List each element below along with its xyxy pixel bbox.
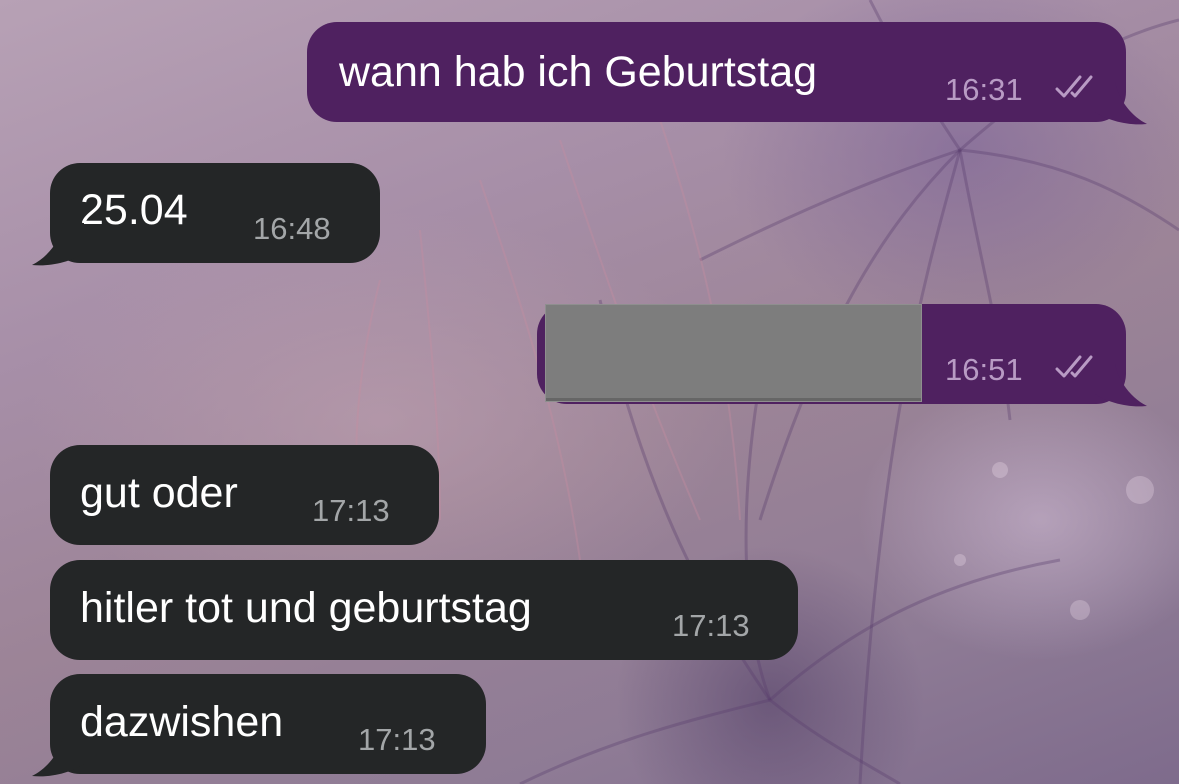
message-time: 16:31: [945, 72, 1023, 107]
message-time: 16:48: [253, 211, 331, 246]
message-time: 17:13: [358, 722, 436, 757]
message-text: hitler tot und geburtstag: [80, 584, 532, 632]
incoming-message-bubble[interactable]: 25.04 16:48: [50, 163, 380, 263]
message-text: 25.04: [80, 186, 188, 234]
message-time: 16:51: [945, 352, 1023, 387]
message-time: 17:13: [312, 493, 390, 528]
outgoing-bubble-tail: [1095, 82, 1147, 125]
incoming-message-bubble[interactable]: hitler tot und geburtstag 17:13: [50, 560, 798, 660]
incoming-bubble-tail: [32, 734, 84, 777]
outgoing-message-bubble[interactable]: 16:51: [537, 304, 1126, 404]
incoming-message-bubble[interactable]: gut oder 17:13: [50, 445, 439, 545]
incoming-bubble-tail: [32, 223, 84, 266]
message-text: dazwishen: [80, 698, 284, 746]
message-time: 17:13: [672, 608, 750, 643]
message-text: wann hab ich Geburtstag: [339, 48, 818, 96]
outgoing-bubble-tail: [1095, 364, 1147, 407]
message-text: gut oder: [80, 469, 238, 517]
redacted-block: [545, 304, 922, 402]
outgoing-message-bubble[interactable]: wann hab ich Geburtstag 16:31: [307, 22, 1126, 122]
incoming-message-bubble[interactable]: dazwishen 17:13: [50, 674, 486, 774]
